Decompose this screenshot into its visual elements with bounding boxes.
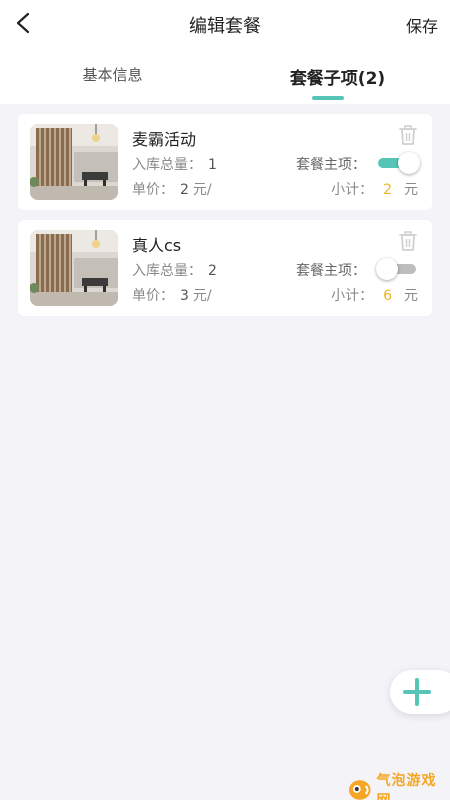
unit-price-value: 3 xyxy=(180,288,189,304)
page-title: 编辑套餐 xyxy=(189,16,261,37)
item-thumbnail xyxy=(30,124,118,200)
subtotal-currency: 元 xyxy=(404,288,418,304)
subtotal-amount: 6 xyxy=(383,288,392,304)
subtotal-label: 小计： xyxy=(331,182,374,198)
unit-price-currency: 元/ xyxy=(192,182,212,198)
package-item-card[interactable]: 麦霸活动 入库总量： 1 单价： 2 元/ 套餐主项： 小计： 2 元 xyxy=(18,114,432,210)
stock-total-value: 2 xyxy=(208,263,217,279)
unit-price-currency: 元/ xyxy=(192,288,212,304)
subtotal-row: 小计： 6 元 xyxy=(331,285,418,305)
subtotal-amount: 2 xyxy=(383,182,392,198)
main-item-toggle[interactable] xyxy=(376,258,420,280)
unit-price-label: 单价： xyxy=(132,288,174,304)
toggle-knob xyxy=(398,152,420,174)
trash-icon xyxy=(399,231,417,251)
tab-bar: 基本信息 套餐子项(2) xyxy=(0,48,450,104)
watermark-text: 气泡游戏网 xyxy=(376,773,437,800)
item-thumbnail xyxy=(30,230,118,306)
stock-total-row: 入库总量： 2 xyxy=(132,260,217,280)
subtotal-currency: 元 xyxy=(404,182,418,198)
toggle-knob xyxy=(376,258,398,280)
tab-package-items[interactable]: 套餐子项(2) xyxy=(225,64,450,89)
trash-icon xyxy=(399,125,417,145)
stock-total-label: 入库总量： xyxy=(132,263,202,279)
subtotal-label: 小计： xyxy=(331,288,374,304)
save-button[interactable]: 保存 xyxy=(406,13,438,37)
delete-item-button[interactable] xyxy=(398,124,418,146)
active-tab-indicator xyxy=(312,96,344,100)
stock-total-value: 1 xyxy=(208,157,217,173)
main-item-label: 套餐主项： xyxy=(296,157,366,173)
stock-total-row: 入库总量： 1 xyxy=(132,154,217,174)
header: 编辑套餐 保存 基本信息 套餐子项(2) xyxy=(0,0,450,104)
add-item-button[interactable] xyxy=(390,670,450,714)
stock-total-label: 入库总量： xyxy=(132,157,202,173)
unit-price-row: 单价： 3 元/ xyxy=(132,285,212,305)
unit-price-row: 单价： 2 元/ xyxy=(132,179,212,199)
nav-bar: 编辑套餐 保存 xyxy=(0,0,450,48)
package-item-card[interactable]: 真人cs 入库总量： 2 单价： 3 元/ 套餐主项： 小计： 6 元 xyxy=(18,220,432,316)
tab-basic-info[interactable]: 基本信息 xyxy=(0,64,225,85)
main-item-label: 套餐主项： xyxy=(296,263,366,279)
item-name: 麦霸活动 xyxy=(132,130,197,149)
unit-price-label: 单价： xyxy=(132,182,174,198)
item-name: 真人cs xyxy=(132,236,182,255)
plus-icon xyxy=(403,678,431,706)
main-item-toggle[interactable] xyxy=(376,152,420,174)
unit-price-value: 2 xyxy=(180,182,189,198)
delete-item-button[interactable] xyxy=(398,230,418,252)
subtotal-row: 小计： 2 元 xyxy=(331,179,418,199)
watermark: 气泡游戏网 xyxy=(348,770,450,800)
bubble-logo-icon xyxy=(348,780,371,800)
